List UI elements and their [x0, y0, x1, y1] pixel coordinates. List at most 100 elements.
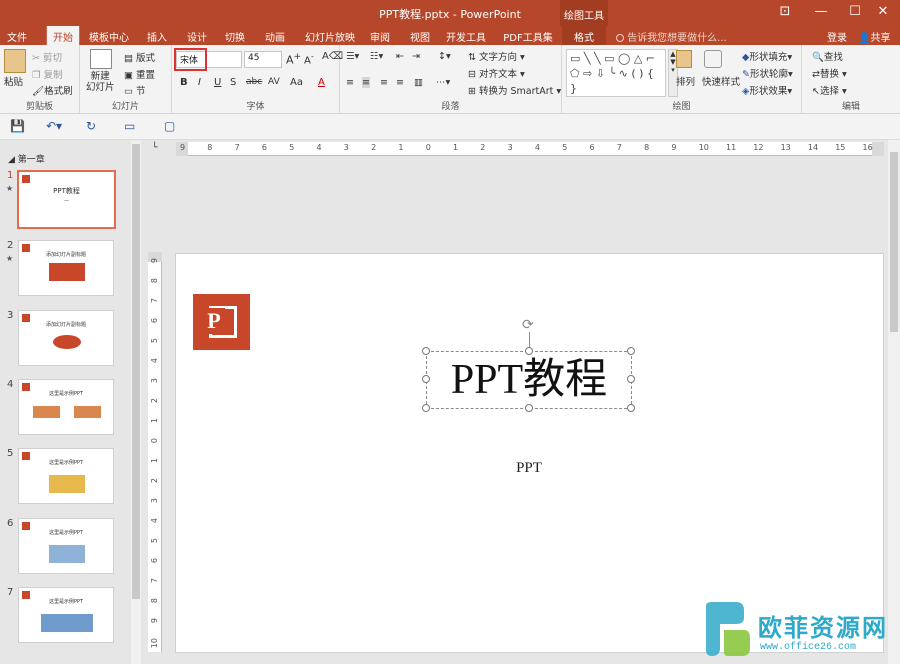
cut-label: 剪切 [43, 53, 63, 64]
slide-thumbnail[interactable]: 这里是示例PPT [18, 587, 114, 643]
cut-button[interactable]: ✂ 剪切 [32, 50, 62, 64]
tab-2[interactable]: 模板中心 [84, 26, 134, 45]
justify-button[interactable]: ≡ [396, 77, 404, 88]
slide-subtitle[interactable]: PPT [430, 460, 628, 477]
resize-handle-se[interactable] [627, 404, 635, 412]
shape-outline-button[interactable]: ✎形状轮廓▾ [742, 66, 793, 80]
bullets-button[interactable]: ☰▾ [346, 51, 359, 62]
thumb-graphic [41, 614, 93, 632]
resize-handle-e[interactable] [627, 375, 635, 383]
tab-4[interactable]: 设计 [182, 26, 212, 45]
tab-9[interactable]: 视图 [404, 26, 436, 45]
grow-font-button[interactable]: A+ [286, 51, 301, 67]
ruler-tick: 4 [150, 358, 159, 364]
resize-handle-sw[interactable] [422, 404, 430, 412]
increase-indent-button[interactable]: ⇥ [412, 51, 420, 62]
drawing-group-label: 绘图 [672, 102, 691, 112]
align-center-button[interactable]: ≡ [362, 77, 370, 88]
slide-thumbnail[interactable]: 这里是示例PPT [18, 379, 114, 435]
shadow-button[interactable]: S [230, 77, 236, 88]
section-header[interactable]: ◢ 第一章 [8, 152, 45, 165]
shape-effects-button[interactable]: ◈形状效果▾ [742, 83, 792, 97]
shape-effects-label: 形状效果 [749, 86, 788, 97]
italic-button[interactable]: I [198, 77, 201, 88]
tab-8[interactable]: 审阅 [364, 26, 396, 45]
change-case-button[interactable]: Aa [290, 77, 303, 88]
tab-12[interactable]: 格式 [562, 26, 606, 45]
slide-thumbnail[interactable]: 添加幻灯片副标题 [18, 310, 114, 366]
strikethrough-button[interactable]: abc [246, 77, 262, 87]
reset-button[interactable]: ▣ 重置 [124, 67, 155, 81]
undo-icon[interactable]: ↶▾ [46, 119, 62, 133]
numbering-button[interactable]: ☷▾ [370, 51, 383, 62]
section-button[interactable]: ▭ 节 [124, 83, 146, 97]
paste-icon[interactable] [4, 49, 26, 73]
tab-stop-selector[interactable]: └ [152, 143, 157, 153]
select-button[interactable]: ↖选择 ▾ [812, 83, 847, 97]
slideshow-icon[interactable]: ▭ [124, 119, 135, 133]
align-text-button[interactable]: ⊟ 对齐文本 ▾ [468, 66, 525, 80]
underline-button[interactable]: U [214, 77, 221, 88]
resize-handle-n[interactable] [525, 347, 533, 355]
tab-1[interactable]: 开始 [46, 26, 80, 45]
bold-button[interactable]: B [180, 77, 188, 88]
resize-handle-w[interactable] [422, 375, 430, 383]
slide-thumbnail[interactable]: 这里是示例PPT [18, 448, 114, 504]
font-size-select[interactable]: 45 [244, 51, 282, 68]
horizontal-ruler[interactable]: 9 8 7 6 5 4 3 2 1 0 1 2 3 4 5 6 7 8 9 10 11 12 13 14 15 16 [176, 142, 884, 156]
font-color-button[interactable]: A [318, 77, 325, 88]
shrink-font-button[interactable]: A- [304, 51, 314, 66]
shape-fill-button[interactable]: ◆形状填充▾ [742, 49, 792, 63]
align-right-button[interactable]: ≡ [380, 77, 388, 88]
tab-0[interactable]: 文件 [0, 26, 34, 45]
login-link[interactable]: 登录 [827, 29, 847, 44]
slide-canvas[interactable] [175, 253, 884, 653]
tab-6[interactable]: 动画 [260, 26, 290, 45]
new-slide-icon[interactable] [90, 49, 112, 69]
slide-title[interactable]: PPT教程 [426, 351, 632, 409]
ruler-tick: 5 [150, 338, 159, 344]
minimize-button[interactable]: — [804, 0, 838, 26]
char-spacing-button[interactable]: AV [268, 77, 280, 87]
align-left-button[interactable]: ≡ [346, 77, 354, 88]
resize-handle-s[interactable] [525, 404, 533, 412]
copy-button[interactable]: ❐ 复制 [32, 67, 63, 81]
layout-button[interactable]: ▤ 版式 [124, 50, 155, 64]
text-direction-button[interactable]: ⇅ 文字方向 ▾ [468, 49, 525, 63]
smartart-button[interactable]: ⊞ 转换为 SmartArt ▾ [468, 83, 561, 97]
slide-thumbnail[interactable]: PPT教程 — [17, 170, 116, 229]
tab-10[interactable]: 开发工具 [444, 26, 488, 45]
resize-handle-ne[interactable] [627, 347, 635, 355]
presenter-icon[interactable]: ▢ [164, 119, 175, 133]
tab-3[interactable]: 插入 [142, 26, 172, 45]
new-slide-button[interactable]: 新建 幻灯片 [86, 71, 115, 93]
tab-7[interactable]: 幻灯片放映 [300, 26, 360, 45]
columns-button[interactable]: ▥ [414, 77, 423, 88]
format-painter-button[interactable]: 🖌格式刷 [32, 83, 73, 97]
find-button[interactable]: 🔍查找 [812, 49, 843, 63]
share-button[interactable]: 👤共享 [858, 29, 890, 44]
arrange-button[interactable]: 排列 [676, 74, 695, 88]
rotate-handle-icon[interactable]: ⟳ [522, 318, 537, 333]
vertical-ruler[interactable]: 9 8 7 6 5 4 3 2 1 0 1 2 3 4 5 6 7 8 9 10 [148, 252, 162, 652]
tab-5[interactable]: 切换 [220, 26, 250, 45]
replace-button[interactable]: ⇄替换 ▾ [812, 66, 847, 80]
editor-scrollbar[interactable] [888, 140, 900, 664]
ribbon-display-options-button[interactable]: ⊡ [768, 0, 802, 26]
editor-scrollbar-thumb[interactable] [890, 152, 898, 332]
slide-thumbnail[interactable]: 添加幻灯片副标题 [18, 240, 114, 296]
tab-11[interactable]: PDF工具集 [500, 26, 556, 45]
tell-me-search[interactable]: 告诉我您想要做什么... [616, 29, 727, 44]
line-spacing-button[interactable]: ↕▾ [438, 51, 451, 62]
slide-thumbnail[interactable]: 这里是示例PPT [18, 518, 114, 574]
paragraph-options-button[interactable]: ⋯▾ [436, 77, 450, 88]
shapes-gallery[interactable]: ▭ ╲ ╲ ▭ ◯ △ ⌐ ⬠ ⇨ ⇩ ╰ ∿ ( ) { } [566, 49, 666, 97]
panel-scrollbar-thumb[interactable] [132, 144, 140, 599]
redo-icon[interactable]: ↻ [86, 119, 96, 133]
close-button[interactable]: ✕ [866, 0, 900, 26]
resize-handle-nw[interactable] [422, 347, 430, 355]
quick-styles-button[interactable]: 快速样式 [702, 74, 740, 88]
decrease-indent-button[interactable]: ⇤ [396, 51, 404, 62]
save-icon[interactable]: 💾 [10, 119, 25, 133]
paste-button[interactable]: 粘贴 [4, 74, 23, 88]
